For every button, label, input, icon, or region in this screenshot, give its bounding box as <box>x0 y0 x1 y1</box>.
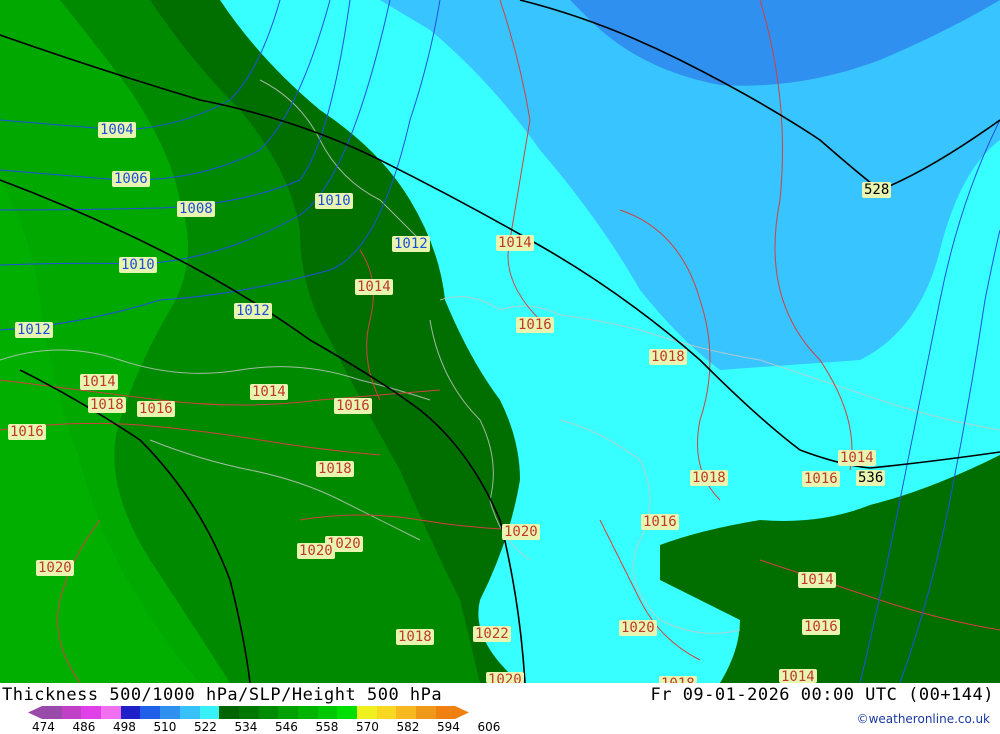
scale-right-arrow-icon <box>455 706 470 719</box>
scale-swatch <box>61 706 82 719</box>
color-scale-ticks: 474 486 498 510 522 534 546 558 570 582 594 606 <box>18 720 518 734</box>
scale-swatch <box>297 706 318 719</box>
isobar-label: 1020 <box>486 672 524 683</box>
isobar-label: 1014 <box>80 374 118 390</box>
isobar-label: 1012 <box>234 303 272 319</box>
isobar-label: 1022 <box>473 626 511 642</box>
isobar-label: 1018 <box>659 676 697 683</box>
isobar-label: 1018 <box>316 461 354 477</box>
scale-tick-label: 534 <box>234 720 258 734</box>
scale-swatch <box>278 706 298 719</box>
scale-swatch <box>120 706 141 719</box>
scale-tick-label: 558 <box>315 720 339 734</box>
credit-text: ©weatheronline.co.uk <box>856 712 990 726</box>
scale-tick-label: 582 <box>396 720 420 734</box>
scale-swatch <box>42 706 62 719</box>
scale-swatch <box>376 706 397 719</box>
isobar-label: 1014 <box>798 572 836 588</box>
isobar-label: 1014 <box>355 279 393 295</box>
isobar-label: 1016 <box>137 401 175 417</box>
scale-swatch <box>140 706 161 719</box>
scale-tick-label: 570 <box>356 720 379 734</box>
isobar-label: 1014 <box>250 384 288 400</box>
isobar-label: 1014 <box>779 669 817 683</box>
scale-tick-label: 594 <box>437 720 460 734</box>
color-scale-bar <box>28 706 470 719</box>
scale-swatch <box>416 706 436 719</box>
height-contour-label: 536 <box>856 470 886 486</box>
isobar-label: 1018 <box>396 629 434 645</box>
map-datetime: Fr 09-01-2026 00:00 UTC (00+144) <box>650 685 994 705</box>
isobar-label: 1018 <box>649 349 687 365</box>
scale-swatch <box>337 706 357 719</box>
isobar-label: 1016 <box>8 424 46 440</box>
isobar-label: 1020 <box>36 560 74 576</box>
isobar-label: 1018 <box>88 397 126 413</box>
weather-map <box>0 0 1000 683</box>
isobar-label: 1014 <box>838 450 876 466</box>
isobar-label: 1020 <box>619 620 657 636</box>
scale-swatch <box>199 706 220 719</box>
isobar-label: 1018 <box>690 470 728 486</box>
scale-swatch <box>238 706 259 719</box>
scale-tick-label: 486 <box>72 720 96 734</box>
isobar-label: 1020 <box>297 543 335 559</box>
isobar-label: 1010 <box>315 193 353 209</box>
scale-swatch <box>81 706 102 719</box>
scale-tick-label: 522 <box>194 720 217 734</box>
isobar-label: 1008 <box>177 201 215 217</box>
map-footer: Thickness 500/1000 hPa/SLP/Height 500 hP… <box>0 683 1000 734</box>
isobar-label: 1006 <box>112 171 150 187</box>
scale-tick-label: 510 <box>153 720 177 734</box>
scale-swatch <box>357 706 377 719</box>
scale-tick-label: 474 <box>32 720 55 734</box>
isobar-label: 1016 <box>802 619 840 635</box>
isobar-label: 1012 <box>392 236 430 252</box>
scale-tick-label: 498 <box>113 720 136 734</box>
scale-swatch <box>160 706 180 719</box>
isobar-label: 1012 <box>15 322 53 338</box>
isobar-label: 1010 <box>119 257 157 273</box>
isobar-label: 1016 <box>641 514 679 530</box>
isobar-label: 1014 <box>496 235 534 251</box>
scale-tick-label: 546 <box>275 720 298 734</box>
scale-swatch <box>396 706 417 719</box>
scale-left-arrow-icon <box>28 706 42 719</box>
scale-swatch <box>317 706 338 719</box>
scale-swatch <box>179 706 200 719</box>
isobar-label: 1016 <box>334 398 372 414</box>
isobar-label: 1016 <box>802 471 840 487</box>
isobar-label: 1016 <box>516 317 554 333</box>
scale-swatch <box>435 706 456 719</box>
scale-swatch <box>101 706 121 719</box>
isobar-label: 1004 <box>98 122 136 138</box>
scale-swatch <box>258 706 279 719</box>
scale-tick-label: 606 <box>477 720 501 734</box>
scale-swatch <box>219 706 239 719</box>
height-contour-label: 528 <box>862 182 892 198</box>
map-title: Thickness 500/1000 hPa/SLP/Height 500 hP… <box>2 685 443 705</box>
isobar-label: 1020 <box>502 524 540 540</box>
